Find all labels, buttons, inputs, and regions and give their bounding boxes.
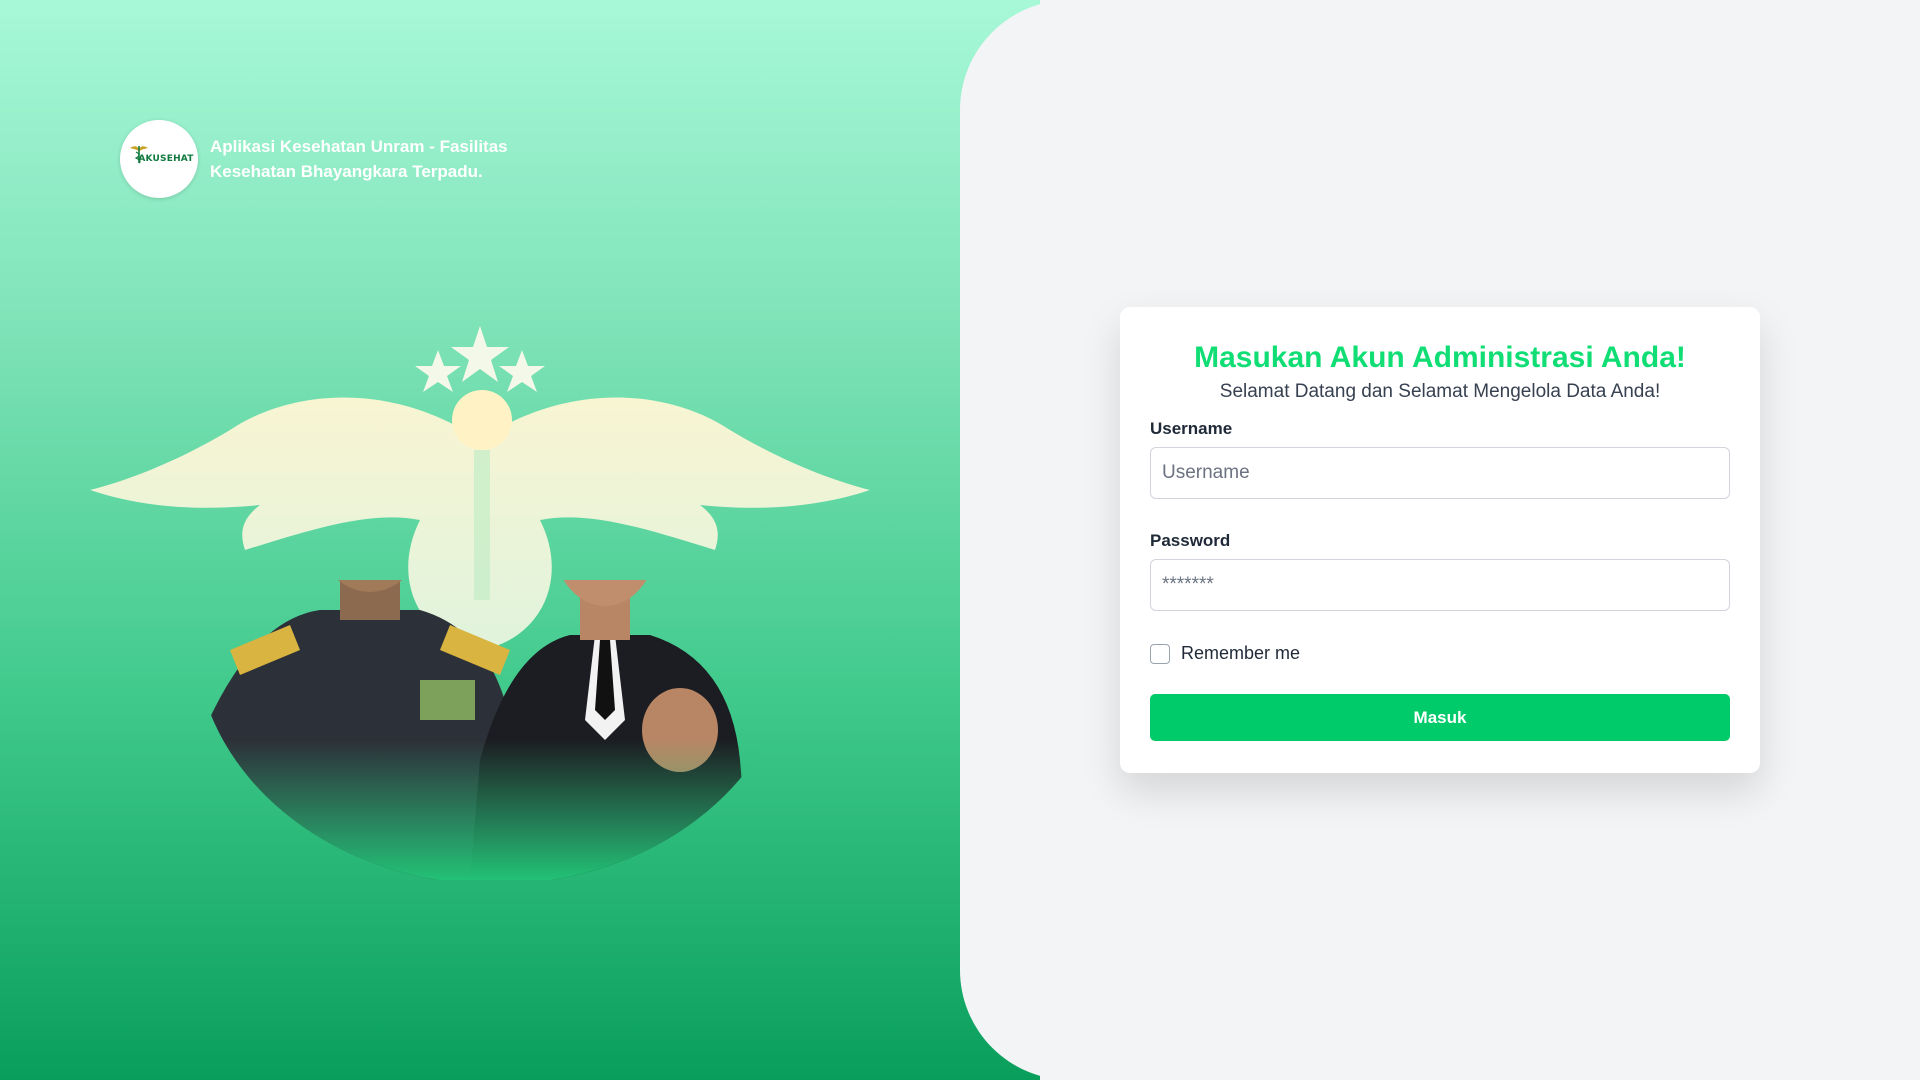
username-label: Username: [1150, 419, 1233, 438]
remember-me[interactable]: Remember me: [1150, 643, 1730, 664]
brand: AKUSEHAT Aplikasi Kesehatan Unram - Fasi…: [120, 120, 530, 198]
username-input[interactable]: [1150, 447, 1730, 499]
stars-icon: [415, 326, 545, 392]
login-subtitle: Selamat Datang dan Selamat Mengelola Dat…: [1219, 381, 1661, 402]
password-input[interactable]: [1150, 559, 1730, 611]
login-card: Masukan Akun Administrasi Anda! Selamat …: [1120, 307, 1760, 773]
remember-me-checkbox[interactable]: [1150, 643, 1170, 664]
username-group: Username: [1150, 419, 1730, 499]
hero-panel: AKUSEHAT Aplikasi Kesehatan Unram - Fasi…: [0, 0, 1040, 1080]
remember-me-label: Remember me: [1181, 643, 1301, 663]
brand-logo: AKUSEHAT: [120, 120, 198, 198]
password-label: Password: [1150, 531, 1231, 550]
login-title: Masukan Akun Administrasi Anda!: [1194, 341, 1686, 374]
hero-illustration: [90, 320, 880, 880]
emblem-orb-icon: [452, 390, 512, 450]
submit-button[interactable]: Masuk: [1150, 694, 1730, 741]
password-group: Password: [1150, 531, 1730, 611]
caduceus-icon: [130, 146, 148, 164]
brand-tagline: Aplikasi Kesehatan Unram - Fasilitas Kes…: [210, 137, 508, 181]
